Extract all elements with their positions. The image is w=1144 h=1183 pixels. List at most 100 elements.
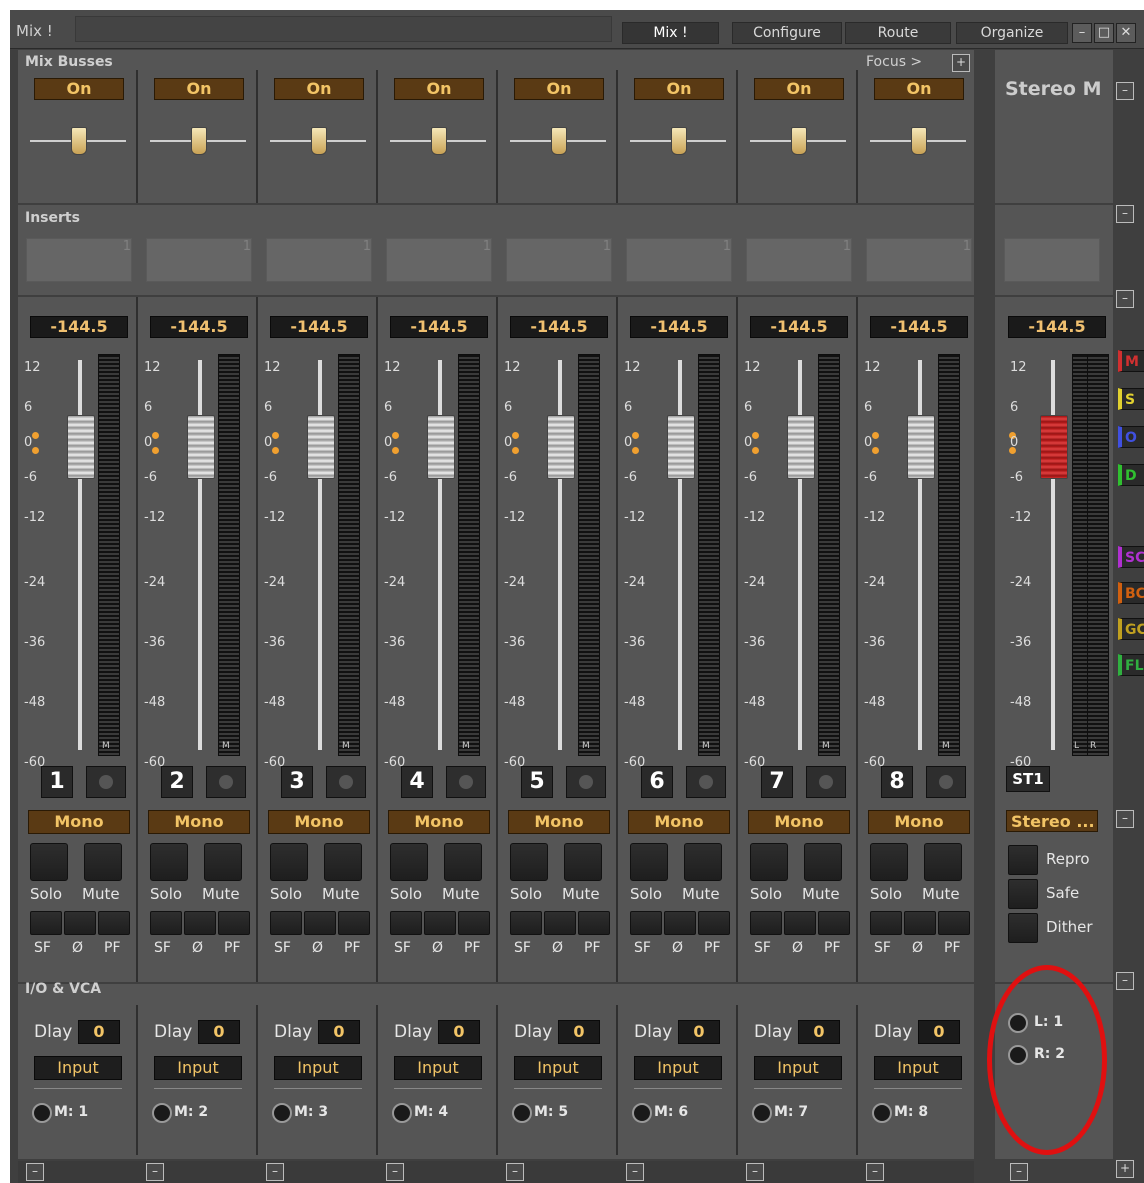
input-button[interactable]: Input	[274, 1056, 362, 1080]
channel-number[interactable]: 4	[401, 766, 433, 798]
phase-button[interactable]	[184, 911, 216, 935]
pan-knob[interactable]	[71, 127, 87, 155]
delay-value[interactable]: 0	[798, 1020, 840, 1044]
maximize-icon[interactable]: □	[1094, 23, 1114, 43]
pf-button[interactable]	[338, 911, 370, 935]
solo-button[interactable]	[510, 843, 548, 881]
repro-button[interactable]	[1008, 845, 1038, 875]
input-button[interactable]: Input	[514, 1056, 602, 1080]
solo-button[interactable]	[30, 843, 68, 881]
fader-handle[interactable]	[67, 415, 95, 479]
channel-number[interactable]: 3	[281, 766, 313, 798]
collapse-icon[interactable]: –	[1116, 82, 1134, 100]
collapse-icon[interactable]: –	[1116, 810, 1134, 828]
collapse-icon[interactable]: –	[1116, 972, 1134, 990]
pan-knob[interactable]	[791, 127, 807, 155]
input-button[interactable]: Input	[874, 1056, 962, 1080]
sf-button[interactable]	[390, 911, 422, 935]
focus-add-icon[interactable]: +	[952, 54, 970, 72]
phase-button[interactable]	[64, 911, 96, 935]
bus-on-button[interactable]: On	[154, 78, 244, 100]
side-tab-fl[interactable]: FL	[1118, 654, 1144, 676]
mute-button[interactable]	[924, 843, 962, 881]
pf-button[interactable]	[698, 911, 730, 935]
insert-slot[interactable]: 1	[746, 238, 852, 282]
delay-value[interactable]: 0	[318, 1020, 360, 1044]
master-fader-handle[interactable]	[1040, 415, 1068, 479]
record-button[interactable]	[806, 766, 846, 798]
mode-button[interactable]: Mono	[868, 810, 970, 834]
insert-slot[interactable]: 1	[506, 238, 612, 282]
master-mode-button[interactable]: Stereo ...	[1006, 810, 1098, 832]
channel-number[interactable]: 7	[761, 766, 793, 798]
pan-knob[interactable]	[551, 127, 567, 155]
collapse-icon[interactable]: –	[866, 1163, 884, 1181]
record-button[interactable]	[566, 766, 606, 798]
phase-button[interactable]	[304, 911, 336, 935]
channel-number[interactable]: 8	[881, 766, 913, 798]
phase-button[interactable]	[904, 911, 936, 935]
solo-button[interactable]	[870, 843, 908, 881]
delay-value[interactable]: 0	[78, 1020, 120, 1044]
sf-button[interactable]	[150, 911, 182, 935]
record-button[interactable]	[686, 766, 726, 798]
pan-knob[interactable]	[311, 127, 327, 155]
collapse-icon[interactable]: –	[746, 1163, 764, 1181]
mode-button[interactable]: Mono	[28, 810, 130, 834]
monitor-output[interactable]: M: 5	[534, 1104, 568, 1120]
monitor-output[interactable]: M: 1	[54, 1104, 88, 1120]
tab-mix[interactable]: Mix !	[622, 22, 719, 44]
pf-button[interactable]	[98, 911, 130, 935]
solo-button[interactable]	[630, 843, 668, 881]
delay-value[interactable]: 0	[678, 1020, 720, 1044]
expand-icon[interactable]: +	[1116, 1160, 1134, 1178]
insert-slot[interactable]: 1	[26, 238, 132, 282]
sf-button[interactable]	[510, 911, 542, 935]
bus-on-button[interactable]: On	[634, 78, 724, 100]
pan-knob[interactable]	[431, 127, 447, 155]
fader-handle[interactable]	[427, 415, 455, 479]
mute-button[interactable]	[804, 843, 842, 881]
input-button[interactable]: Input	[754, 1056, 842, 1080]
sf-button[interactable]	[870, 911, 902, 935]
input-button[interactable]: Input	[394, 1056, 482, 1080]
side-tab-o[interactable]: O	[1118, 426, 1144, 448]
bus-on-button[interactable]: On	[874, 78, 964, 100]
focus-link[interactable]: Focus >	[866, 54, 922, 70]
side-tab-bc[interactable]: BC	[1118, 582, 1144, 604]
monitor-output[interactable]: M: 2	[174, 1104, 208, 1120]
pf-button[interactable]	[458, 911, 490, 935]
insert-slot[interactable]: 1	[146, 238, 252, 282]
sf-button[interactable]	[30, 911, 62, 935]
tab-organize[interactable]: Organize	[956, 22, 1068, 44]
pan-knob[interactable]	[911, 127, 927, 155]
mute-button[interactable]	[324, 843, 362, 881]
monitor-output[interactable]: M: 4	[414, 1104, 448, 1120]
tab-configure[interactable]: Configure	[732, 22, 842, 44]
pf-button[interactable]	[938, 911, 970, 935]
fader-handle[interactable]	[187, 415, 215, 479]
input-button[interactable]: Input	[634, 1056, 722, 1080]
solo-button[interactable]	[750, 843, 788, 881]
monitor-output[interactable]: M: 7	[774, 1104, 808, 1120]
pf-button[interactable]	[818, 911, 850, 935]
channel-number[interactable]: 5	[521, 766, 553, 798]
collapse-icon[interactable]: –	[1116, 205, 1134, 223]
solo-button[interactable]	[150, 843, 188, 881]
mode-button[interactable]: Mono	[268, 810, 370, 834]
fader-handle[interactable]	[787, 415, 815, 479]
sf-button[interactable]	[270, 911, 302, 935]
mode-button[interactable]: Mono	[388, 810, 490, 834]
insert-slot[interactable]: 1	[866, 238, 972, 282]
insert-slot[interactable]: 1	[386, 238, 492, 282]
side-tab-m[interactable]: M	[1118, 350, 1144, 372]
dither-button[interactable]	[1008, 913, 1038, 943]
monitor-output[interactable]: M: 8	[894, 1104, 928, 1120]
fader-handle[interactable]	[547, 415, 575, 479]
collapse-icon[interactable]: –	[386, 1163, 404, 1181]
master-insert-slot[interactable]	[1004, 238, 1100, 282]
bus-on-button[interactable]: On	[754, 78, 844, 100]
insert-slot[interactable]: 1	[626, 238, 732, 282]
input-button[interactable]: Input	[154, 1056, 242, 1080]
mute-button[interactable]	[84, 843, 122, 881]
